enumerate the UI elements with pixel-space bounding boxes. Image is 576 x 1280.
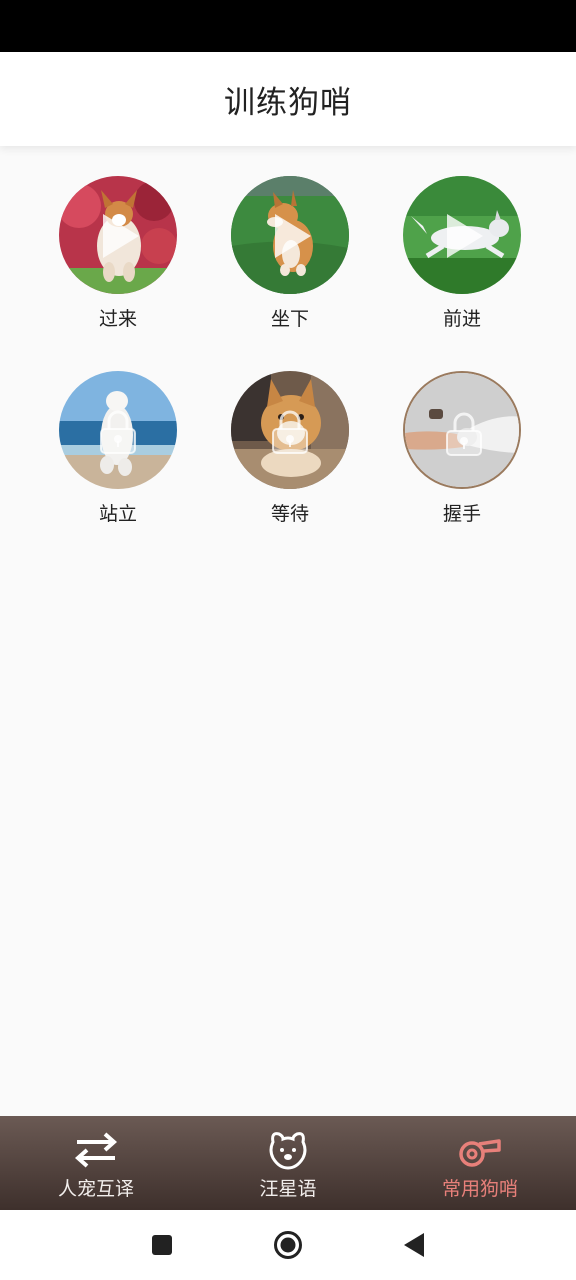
recents-square-icon xyxy=(152,1235,172,1255)
nav-item-whistle[interactable]: 常用狗哨 xyxy=(384,1116,576,1210)
command-item-forward[interactable]: 前进 xyxy=(376,176,548,331)
nav-label: 人宠互译 xyxy=(57,1178,134,1200)
nav-label: 汪星语 xyxy=(259,1178,317,1200)
command-grid: 过来 坐下 前进 站立 等待 握手 xyxy=(32,176,548,526)
command-label: 等待 xyxy=(270,503,309,525)
page-title: 训练狗哨 xyxy=(224,84,352,121)
app-header: 训练狗哨 xyxy=(0,52,576,146)
command-item-stand[interactable]: 站立 xyxy=(32,371,204,526)
nav-item-translate[interactable]: 人宠互译 xyxy=(0,1116,192,1210)
lock-icon xyxy=(100,410,136,454)
lock-icon xyxy=(272,410,308,454)
dog-standing-beach-photo xyxy=(59,371,177,489)
system-nav-bar xyxy=(0,1210,576,1280)
home-circle-icon xyxy=(274,1231,302,1259)
play-icon xyxy=(103,214,139,258)
play-icon xyxy=(275,214,311,258)
command-item-shake[interactable]: 握手 xyxy=(376,371,548,526)
nav-item-dog-language[interactable]: 汪星语 xyxy=(192,1116,384,1210)
corgi-running-photo xyxy=(59,176,177,294)
nav-label: 常用狗哨 xyxy=(441,1178,518,1200)
lock-icon xyxy=(446,412,482,456)
command-label: 站立 xyxy=(98,503,137,525)
akita-lying-photo xyxy=(231,371,349,489)
command-item-sit[interactable]: 坐下 xyxy=(204,176,376,331)
command-label: 过来 xyxy=(98,308,137,330)
command-item-wait[interactable]: 等待 xyxy=(204,371,376,526)
paw-shake-photo xyxy=(403,371,521,489)
status-bar xyxy=(0,0,576,52)
command-label: 前进 xyxy=(442,308,481,330)
husky-running-photo xyxy=(403,176,521,294)
shiba-sitting-photo xyxy=(231,176,349,294)
play-icon xyxy=(447,214,483,258)
back-triangle-icon xyxy=(404,1233,424,1257)
command-item-come[interactable]: 过来 xyxy=(32,176,204,331)
recents-button[interactable] xyxy=(142,1225,182,1265)
whistle-icon xyxy=(459,1139,501,1167)
swap-arrows-icon xyxy=(74,1132,118,1168)
bottom-nav: 人宠互译 汪星语 常用狗哨 xyxy=(0,1116,576,1210)
command-label: 握手 xyxy=(442,503,481,525)
command-label: 坐下 xyxy=(270,308,309,330)
back-button[interactable] xyxy=(394,1225,434,1265)
home-button[interactable] xyxy=(268,1225,308,1265)
dog-face-icon xyxy=(269,1132,307,1170)
